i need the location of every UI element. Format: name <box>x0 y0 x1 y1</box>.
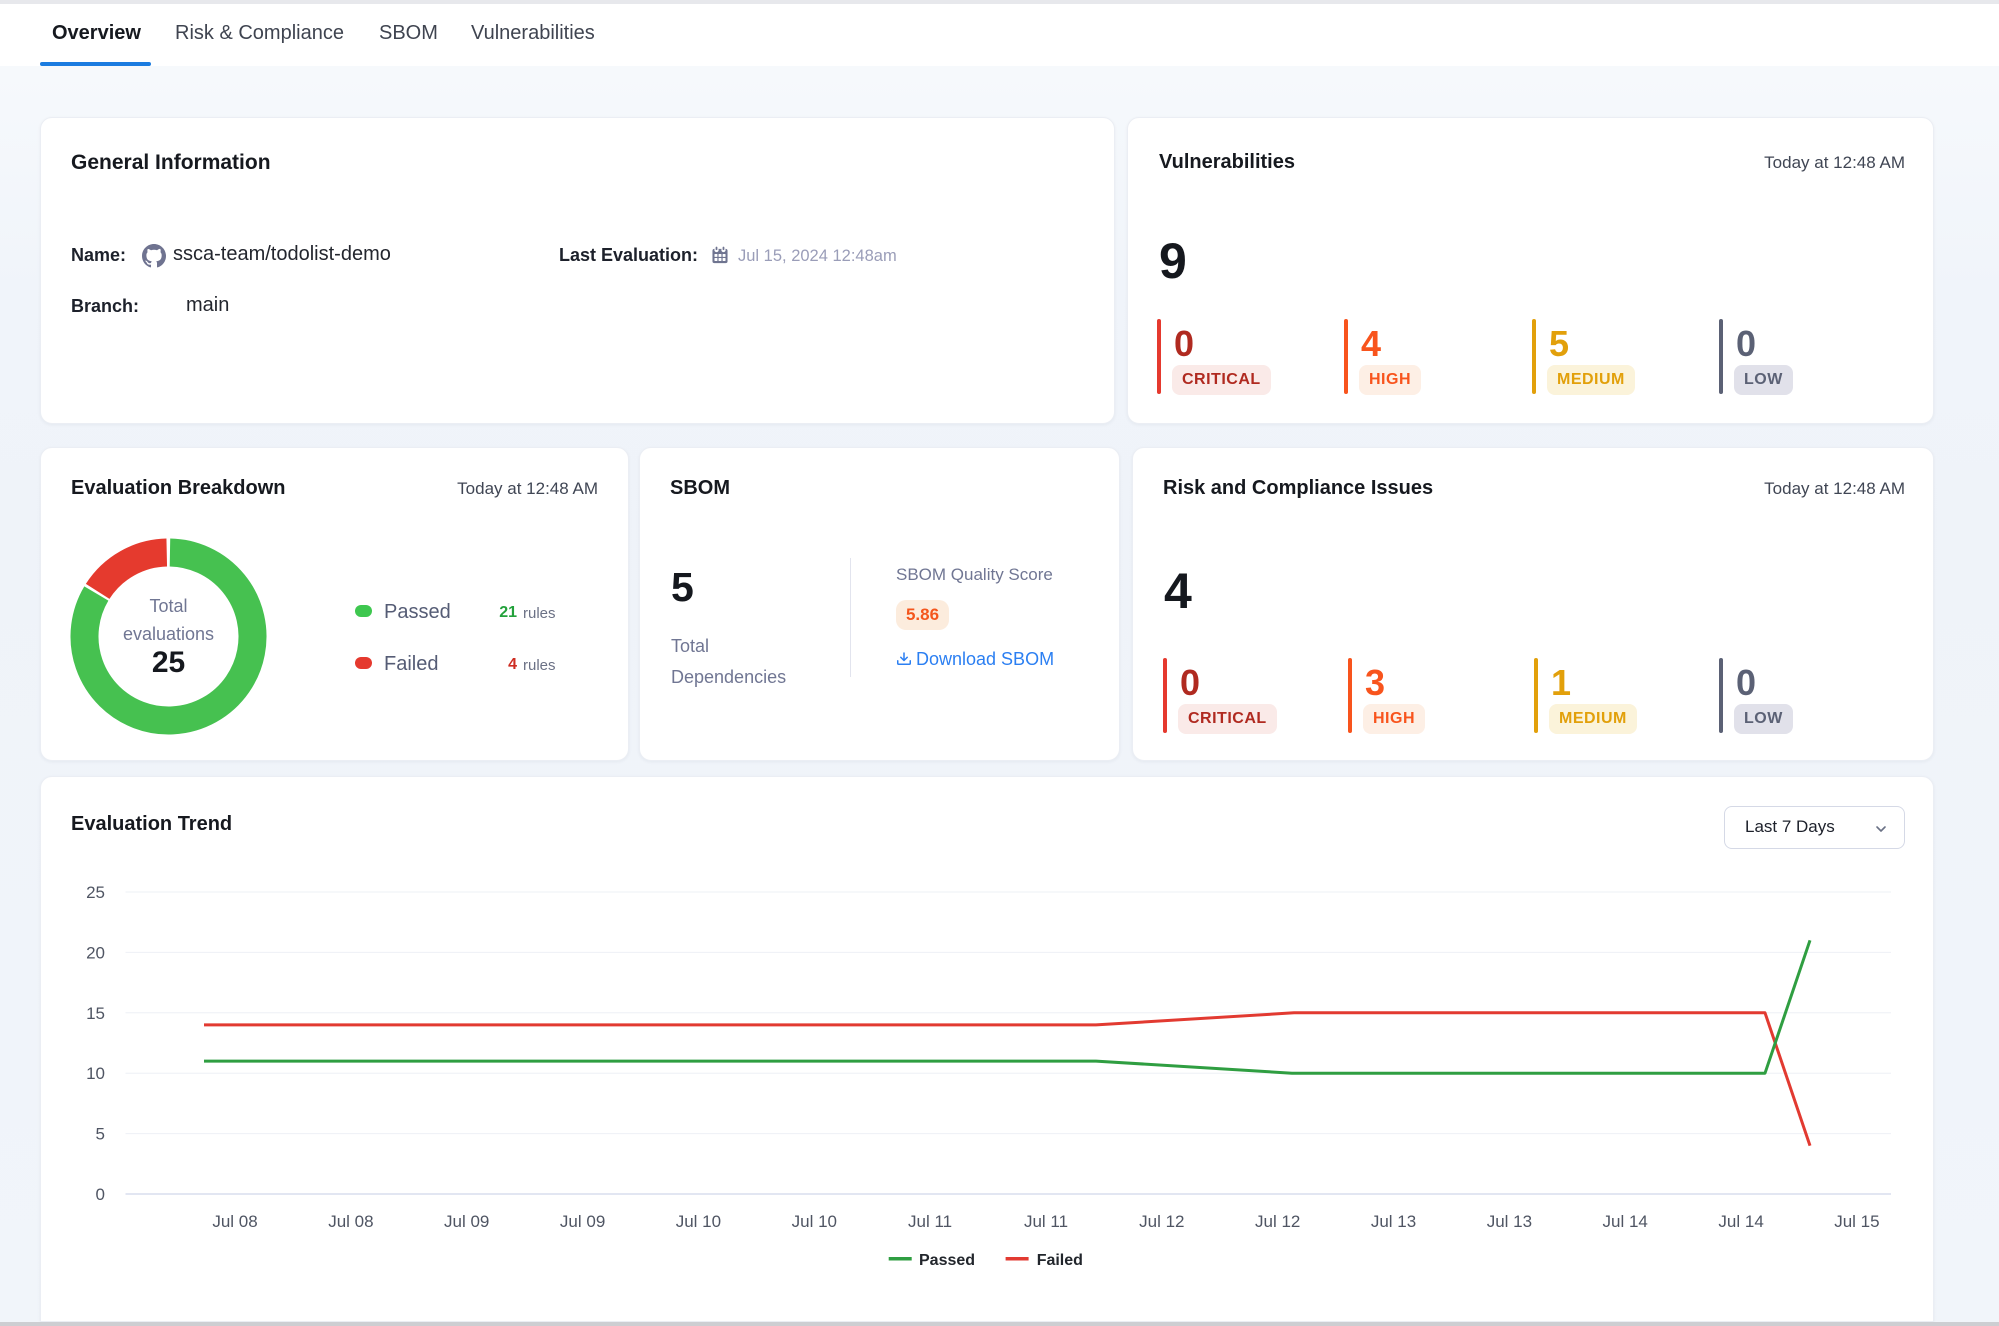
svg-text:0: 0 <box>96 1185 105 1204</box>
svg-text:Passed: Passed <box>919 1252 975 1269</box>
svg-text:10: 10 <box>86 1064 105 1083</box>
svg-text:Jul 08: Jul 08 <box>328 1212 373 1231</box>
svg-text:Jul 12: Jul 12 <box>1255 1212 1300 1231</box>
svg-text:Jul 13: Jul 13 <box>1371 1212 1416 1231</box>
svg-text:Jul 09: Jul 09 <box>560 1212 605 1231</box>
svg-text:Jul 11: Jul 11 <box>1024 1212 1068 1231</box>
svg-text:Jul 14: Jul 14 <box>1603 1212 1648 1231</box>
svg-text:15: 15 <box>86 1004 105 1023</box>
svg-text:Jul 13: Jul 13 <box>1487 1212 1532 1231</box>
svg-text:Failed: Failed <box>1037 1252 1083 1269</box>
svg-text:20: 20 <box>86 943 105 962</box>
svg-text:Jul 12: Jul 12 <box>1139 1212 1184 1231</box>
svg-text:Jul 15: Jul 15 <box>1834 1212 1879 1231</box>
svg-text:5: 5 <box>96 1125 105 1144</box>
svg-text:25: 25 <box>86 883 105 902</box>
svg-text:Jul 09: Jul 09 <box>444 1212 489 1231</box>
svg-text:Jul 10: Jul 10 <box>792 1212 837 1231</box>
svg-text:Jul 14: Jul 14 <box>1718 1212 1763 1231</box>
svg-text:Jul 11: Jul 11 <box>908 1212 952 1231</box>
svg-text:Jul 10: Jul 10 <box>676 1212 721 1231</box>
svg-text:Jul 08: Jul 08 <box>212 1212 257 1231</box>
